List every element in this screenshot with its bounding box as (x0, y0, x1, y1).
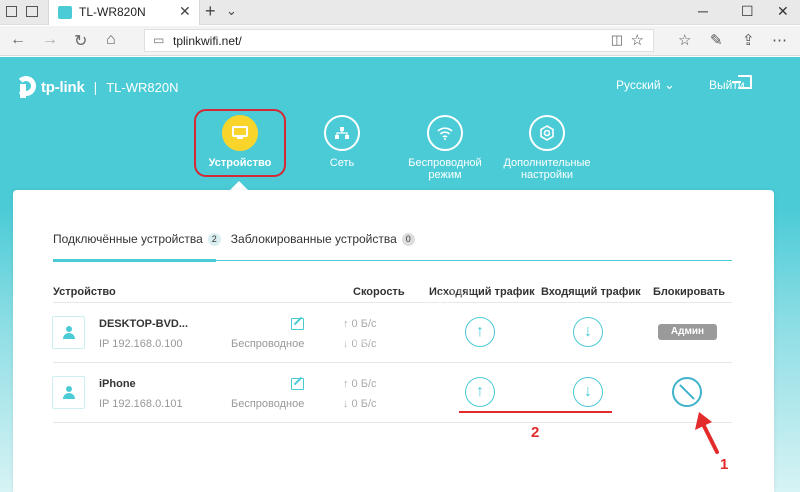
language-selector[interactable]: Русский ⌄ (616, 77, 675, 92)
brand-name: tp-link (41, 78, 85, 96)
col-device-header: Устройство (53, 286, 116, 298)
device-connection-type: Беспроводное (231, 398, 305, 410)
menu-wireless[interactable]: Беспроводной режим (395, 115, 495, 181)
header-separator: | (93, 79, 98, 95)
router-page: tp-link | TL-WR820N Русский ⌄ Выйти Устр… (0, 57, 800, 492)
row-divider (53, 362, 732, 363)
wifi-icon (429, 117, 461, 149)
annotation-label-2: 2 (531, 424, 540, 441)
tab-blocked-devices[interactable]: Заблокированные устройства 0 (231, 232, 415, 258)
speed-up: ↑ 0 Б/с (343, 378, 377, 390)
upload-limit-button[interactable]: ↑ (465, 317, 495, 347)
content-panel: Подключённые устройства 2 Заблокированны… (13, 190, 774, 492)
menu-wireless-label: Беспроводной режим (408, 157, 482, 181)
url-text[interactable]: tplinkwifi.net/ (173, 34, 242, 48)
arrow-up-icon: ↑ (476, 383, 484, 400)
annotation-label-1: 1 (720, 456, 729, 473)
col-block-header: Блокировать (653, 286, 726, 298)
share-icon[interactable]: ⇪ (742, 31, 755, 49)
menu-wireless-circle (427, 115, 463, 151)
menu-advanced[interactable]: Дополнительные настройки (497, 115, 597, 181)
minimize-button[interactable]: ─ (698, 3, 708, 19)
menu-network-label: Сеть (329, 157, 355, 169)
download-limit-button[interactable]: ↓ (573, 317, 603, 347)
edit-icon[interactable] (291, 378, 304, 390)
col-speed-header: Скорость (353, 286, 405, 298)
tab-blocked-label: Заблокированные устройства (230, 232, 397, 246)
menu-advanced-label: Дополнительные настройки (503, 157, 591, 181)
arrow-down-icon: ↓ (584, 383, 592, 400)
web-note-icon[interactable]: ✎ (710, 31, 723, 49)
logout-button[interactable]: Выйти (709, 75, 752, 92)
tab-title: TL-WR820N (79, 5, 146, 19)
menu-network[interactable]: Сеть (292, 115, 392, 169)
menu-network-circle (324, 115, 360, 151)
admin-badge: Админ (658, 324, 717, 340)
upload-limit-button[interactable]: ↑ (465, 377, 495, 407)
device-ip: IP 192.168.0.100 (99, 338, 183, 350)
router-model: TL-WR820N (106, 79, 179, 95)
tplink-logo-icon (14, 76, 38, 98)
device-name: iPhone (99, 378, 136, 390)
edit-icon[interactable] (291, 318, 304, 330)
device-ip: IP 192.168.0.101 (99, 398, 183, 410)
back-icon[interactable]: ← (10, 31, 26, 49)
block-icon (679, 384, 695, 400)
arrow-up-icon: ↑ (476, 323, 484, 340)
tab-actions-icon[interactable] (6, 6, 17, 17)
favorites-hub-icon[interactable]: ☆ (678, 31, 691, 49)
menu-advanced-circle (529, 115, 565, 151)
speed-down: ↓ 0 Б/с (343, 398, 377, 410)
maximize-button[interactable]: ☐ (741, 3, 754, 20)
logout-icon (732, 75, 752, 89)
tplink-favicon-icon (58, 6, 72, 19)
chevron-down-icon: ⌄ (664, 77, 675, 92)
refresh-icon[interactable]: ↻ (74, 31, 87, 51)
device-icon (52, 316, 85, 349)
browser-tab[interactable]: TL-WR820N ✕ (48, 0, 200, 25)
tab-preview-icon[interactable] (26, 6, 38, 17)
new-tab-icon[interactable]: + (205, 1, 216, 22)
header-divider (53, 302, 732, 303)
download-limit-button[interactable]: ↓ (573, 377, 603, 407)
tab-connected-devices[interactable]: Подключённые устройства 2 (53, 232, 221, 258)
arrow-down-icon: ↓ (584, 323, 592, 340)
active-tab-indicator (53, 259, 216, 262)
forward-icon[interactable]: → (42, 31, 58, 49)
more-menu-icon[interactable]: ⋯ (772, 31, 787, 49)
device-subtabs: Подключённые устройства 2 Заблокированны… (53, 232, 425, 258)
device-connection-type: Беспроводное (231, 338, 305, 350)
annotation-highlight-ring (194, 109, 286, 177)
tplink-logo: tp-link | TL-WR820N (14, 75, 178, 99)
url-field[interactable]: ▭ tplinkwifi.net/ ◫ ☆ (144, 29, 654, 52)
network-icon (326, 117, 358, 149)
close-window-button[interactable]: ✕ (777, 3, 789, 20)
tab-list-chevron-icon[interactable]: ⌄ (226, 3, 237, 19)
row-divider (53, 422, 732, 423)
blocked-count-badge: 0 (401, 233, 415, 246)
tab-close-icon[interactable]: ✕ (179, 3, 191, 20)
block-device-button[interactable] (672, 377, 702, 407)
device-icon (52, 376, 85, 409)
browser-tab-bar: TL-WR820N ✕ + ⌄ ─ ☐ ✕ (0, 0, 800, 25)
col-download-header: Входящий трафик (541, 286, 641, 298)
tab-connected-label: Подключённые устройства (53, 232, 203, 246)
favorite-star-icon[interactable]: ☆ (631, 31, 644, 49)
reading-view-icon[interactable]: ◫ (611, 32, 623, 48)
language-label: Русский (616, 78, 661, 92)
site-info-icon[interactable]: ▭ (153, 33, 164, 47)
connected-count-badge: 2 (207, 233, 221, 246)
annotation-underline (459, 411, 612, 413)
device-name: DESKTOP-BVD... (99, 318, 189, 330)
home-icon[interactable]: ⌂ (106, 31, 116, 49)
annotation-arrow-icon (695, 412, 719, 454)
settings-gear-icon (531, 117, 563, 149)
browser-address-bar: ← → ↻ ⌂ ▭ tplinkwifi.net/ ◫ ☆ ☆ ✎ ⇪ ⋯ (0, 26, 800, 56)
